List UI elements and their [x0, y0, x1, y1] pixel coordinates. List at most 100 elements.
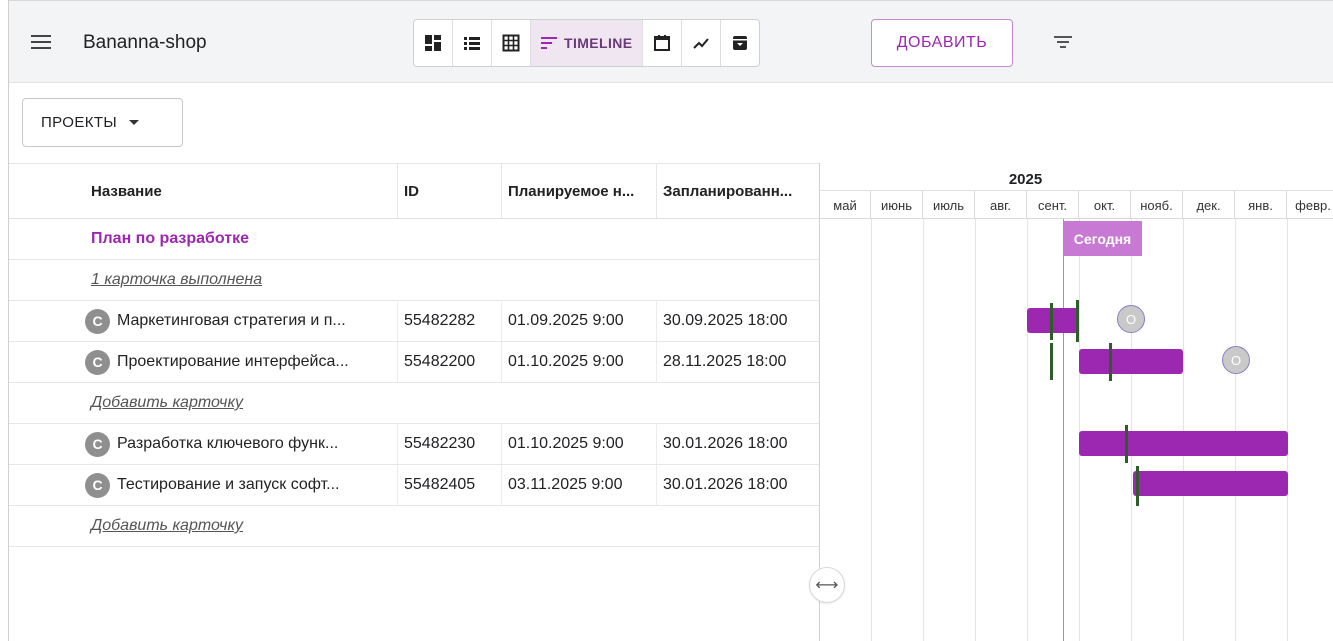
month-gridline — [1287, 219, 1288, 641]
milestone-marker[interactable]: O — [1222, 346, 1250, 374]
milestone-marker[interactable]: O — [1117, 305, 1145, 333]
timeline-label: TIMELINE — [564, 35, 633, 51]
column-header-id[interactable]: ID — [398, 164, 502, 218]
planned-start-marker — [1050, 303, 1053, 340]
month-gridline — [1235, 219, 1236, 641]
month-january: янв. — [1235, 191, 1287, 219]
column-header-scheduled-end[interactable]: Запланированн... — [657, 164, 819, 218]
projects-label: ПРОЕКТЫ — [41, 114, 118, 131]
table-header: Название ID Планируемое н... Запланирова… — [9, 163, 819, 219]
timeline-year: 2025 — [1008, 171, 1043, 188]
chevron-down-icon — [129, 120, 140, 125]
table-row[interactable]: С Разработка ключевого функ... 55482230 … — [9, 424, 819, 465]
timeline-header-divider — [820, 218, 1333, 219]
month-gridline — [1079, 219, 1080, 641]
progress-marker — [1109, 343, 1112, 381]
timeline-chart: 2025 май июнь июль авг. сент. окт. нояб.… — [819, 163, 1333, 641]
trend-icon — [692, 38, 709, 49]
month-gridline — [871, 219, 872, 641]
card-name-cell: С Маркетинговая стратегия и п... — [9, 301, 398, 341]
calendar-icon — [653, 35, 670, 51]
month-september: сент. — [1027, 191, 1079, 219]
month-gridline — [1027, 219, 1028, 641]
done-cards-row: 1 карточка выполнена — [9, 260, 819, 301]
avatar: С — [85, 349, 110, 375]
month-october: окт. — [1079, 191, 1131, 219]
month-november: нояб. — [1131, 191, 1183, 219]
month-december: дек. — [1183, 191, 1235, 219]
view-table-button[interactable] — [492, 20, 531, 66]
card-id: 55482405 — [398, 465, 502, 505]
view-archive-button[interactable] — [721, 20, 759, 66]
column-header-planned-start[interactable]: Планируемое н... — [502, 164, 657, 218]
timeline-bar[interactable] — [1133, 471, 1288, 496]
card-scheduled-end: 28.11.2025 18:00 — [663, 353, 787, 370]
view-switcher: TIMELINE — [413, 19, 760, 67]
grid-icon — [502, 34, 520, 52]
horizontal-arrows-icon: ⟷ — [815, 577, 839, 594]
card-name-cell: С Тестирование и запуск софт... — [9, 465, 398, 505]
view-kanban-button[interactable] — [414, 20, 453, 66]
top-bar: Bananna-shop TIMELINE ДОБАВИТЬ — [9, 0, 1333, 83]
card-planned-start: 01.10.2025 9:00 — [502, 424, 657, 464]
month-august: авг. — [975, 191, 1027, 219]
menu-icon[interactable] — [31, 34, 53, 50]
progress-marker — [1125, 425, 1128, 463]
card-name: Тестирование и запуск софт... — [117, 476, 340, 493]
dashboard-icon — [425, 35, 441, 51]
planned-start-marker — [1050, 343, 1053, 380]
app-title: Bananna-shop — [83, 32, 207, 53]
card-name-cell: С Проектирование интерфейса... — [9, 342, 398, 382]
card-name: Маркетинговая стратегия и п... — [117, 312, 346, 329]
view-timeline-button[interactable]: TIMELINE — [531, 20, 643, 66]
avatar: С — [85, 308, 110, 334]
list-icon — [464, 37, 480, 50]
today-badge: Сегодня — [1063, 221, 1142, 256]
month-may: май — [820, 191, 871, 219]
planned-end-marker — [1076, 300, 1079, 342]
card-planned-start: 03.11.2025 9:00 — [502, 465, 657, 505]
card-id: 55482200 — [398, 342, 502, 382]
card-name: Проектирование интерфейса... — [117, 353, 349, 370]
add-button[interactable]: ДОБАВИТЬ — [871, 19, 1013, 67]
group-row: План по разработке — [9, 219, 819, 260]
resize-handle[interactable]: ⟷ — [809, 567, 845, 603]
month-gridline — [975, 219, 976, 641]
table-row[interactable]: С Проектирование интерфейса... 55482200 … — [9, 342, 819, 383]
timeline-bar[interactable] — [1079, 349, 1183, 374]
archive-icon — [732, 36, 747, 50]
avatar: С — [85, 472, 110, 498]
timeline-bar[interactable] — [1027, 308, 1079, 333]
add-card-link[interactable]: Добавить карточку — [9, 394, 243, 412]
add-card-row: Добавить карточку — [9, 506, 819, 547]
app-frame: Bananna-shop TIMELINE ДОБАВИТЬ ПРОЕКТЫ Н… — [8, 0, 1333, 641]
timeline-icon — [541, 37, 557, 49]
card-scheduled-end: 30.01.2026 18:00 — [663, 435, 788, 452]
card-id: 55482282 — [398, 301, 502, 341]
card-scheduled-end: 30.09.2025 18:00 — [663, 312, 788, 329]
view-list-button[interactable] — [453, 20, 492, 66]
timeline-bar[interactable] — [1079, 431, 1288, 456]
view-chart-button[interactable] — [682, 20, 721, 66]
add-card-link[interactable]: Добавить карточку — [9, 517, 243, 535]
filter-icon[interactable] — [1053, 34, 1073, 50]
table-row[interactable]: С Тестирование и запуск софт... 55482405… — [9, 465, 819, 506]
card-name-cell: С Разработка ключевого функ... — [9, 424, 398, 464]
done-cards-link[interactable]: 1 карточка выполнена — [9, 271, 262, 289]
month-gridline — [923, 219, 924, 641]
group-title[interactable]: План по разработке — [9, 230, 249, 248]
today-line — [1063, 219, 1064, 641]
card-name: Разработка ключевого функ... — [117, 435, 339, 452]
month-gridline — [1131, 219, 1132, 641]
avatar: С — [85, 431, 110, 457]
card-scheduled-end: 30.01.2026 18:00 — [663, 476, 788, 493]
view-calendar-button[interactable] — [643, 20, 682, 66]
month-june: июнь — [871, 191, 923, 219]
month-july: июль — [923, 191, 975, 219]
column-header-name[interactable]: Название — [9, 164, 398, 218]
month-gridline — [1183, 219, 1184, 641]
projects-dropdown[interactable]: ПРОЕКТЫ — [22, 98, 183, 147]
table-row[interactable]: С Маркетинговая стратегия и п... 5548228… — [9, 301, 819, 342]
planned-start-marker — [1136, 466, 1139, 506]
add-card-row: Добавить карточку — [9, 383, 819, 424]
